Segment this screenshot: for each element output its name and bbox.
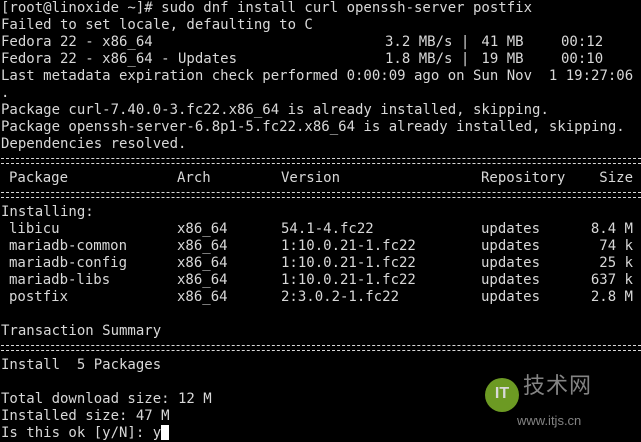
- package-name: mariadb-common: [9, 238, 128, 254]
- table-separator: [1, 153, 641, 170]
- site-watermark: IT 技术网 www.itjs.cn: [485, 374, 635, 432]
- repo-line: Fedora 22 - x86_64 - Updates 1.8 MB/s | …: [1, 51, 641, 68]
- header-package: Package: [9, 170, 69, 186]
- skip-curl-line: Package curl-7.40.0-3.fc22.x86_64 is alr…: [1, 102, 549, 118]
- package-repository: updates: [481, 289, 541, 305]
- confirm-prompt: Is this ok [y/N]:: [1, 425, 153, 441]
- package-name: postfix: [9, 289, 69, 305]
- package-name: mariadb-config: [9, 255, 128, 271]
- transaction-summary-heading: Transaction Summary: [1, 323, 162, 339]
- package-size: 25 k: [599, 255, 633, 271]
- table-row: mariadb-common x86_64 1:10.0.21-1.fc22 u…: [1, 238, 641, 255]
- watermark-badge-text: IT: [494, 385, 510, 402]
- header-size: Size: [599, 170, 633, 186]
- package-arch: x86_64: [177, 272, 228, 288]
- skip-openssh-line: Package openssh-server-6.8p1-5.fc22.x86_…: [1, 119, 625, 135]
- terminal-window[interactable]: [root@linoxide ~]# sudo dnf install curl…: [0, 0, 641, 441]
- repo-line: Fedora 22 - x86_64 3.2 MB/s | 41 MB 00:1…: [1, 34, 641, 51]
- package-size: 8.4 M: [590, 221, 633, 237]
- repo-size: 19 MB: [473, 51, 524, 67]
- package-arch: x86_64: [177, 238, 228, 254]
- package-name: mariadb-libs: [9, 272, 111, 288]
- package-size: 2.8 M: [590, 289, 633, 305]
- repo-name: Fedora 22 - x86_64: [1, 34, 153, 50]
- header-version: Version: [281, 170, 341, 186]
- table-row: postfix x86_64 2:3.0.2-1.fc22 updates 2.…: [1, 289, 641, 306]
- table-row: mariadb-libs x86_64 1:10.0.21-1.fc22 upd…: [1, 272, 641, 289]
- watermark-title: 技术网: [523, 374, 593, 399]
- watermark-url: www.itjs.cn: [517, 413, 582, 428]
- repo-time: 00:10: [561, 51, 604, 67]
- install-count: Install 5 Packages: [1, 357, 162, 373]
- package-arch: x86_64: [177, 255, 228, 271]
- metadata-check-line: Last metadata expiration check performed…: [1, 68, 641, 84]
- command-line: [root@linoxide ~]# sudo dnf install curl…: [1, 0, 533, 16]
- package-repository: updates: [481, 272, 541, 288]
- confirm-input[interactable]: y: [153, 425, 161, 441]
- package-version: 1:10.0.21-1.fc22: [281, 255, 416, 271]
- output-line: .: [1, 85, 10, 101]
- package-repository: updates: [481, 238, 541, 254]
- package-repository: updates: [481, 255, 541, 271]
- installing-label: Installing:: [1, 204, 94, 220]
- summary-separator: [1, 340, 641, 357]
- repo-time: 00:12: [561, 34, 604, 50]
- package-repository: updates: [481, 221, 541, 237]
- package-version: 1:10.0.21-1.fc22: [281, 272, 416, 288]
- package-arch: x86_64: [177, 289, 228, 305]
- repo-name: Fedora 22 - x86_64 - Updates: [1, 51, 238, 67]
- text-cursor: [161, 425, 170, 440]
- table-header: Package Arch Version Repository Size: [1, 170, 641, 187]
- package-arch: x86_64: [177, 221, 228, 237]
- dependencies-line: Dependencies resolved.: [1, 136, 187, 152]
- locale-warning: Failed to set locale, defaulting to C: [1, 17, 313, 33]
- package-version: 54.1-4.fc22: [281, 221, 374, 237]
- package-size: 637 k: [590, 272, 633, 288]
- header-arch: Arch: [177, 170, 211, 186]
- package-version: 1:10.0.21-1.fc22: [281, 238, 416, 254]
- repo-speed: 1.8 MB/s |: [385, 51, 470, 67]
- package-size: 74 k: [599, 238, 633, 254]
- package-name: libicu: [9, 221, 60, 237]
- table-row: mariadb-config x86_64 1:10.0.21-1.fc22 u…: [1, 255, 641, 272]
- repo-speed: 3.2 MB/s |: [385, 34, 470, 50]
- table-row: libicu x86_64 54.1-4.fc22 updates 8.4 M: [1, 221, 641, 238]
- table-separator: [1, 187, 641, 204]
- repo-size: 41 MB: [473, 34, 524, 50]
- package-version: 2:3.0.2-1.fc22: [281, 289, 400, 305]
- header-repository: Repository: [481, 170, 566, 186]
